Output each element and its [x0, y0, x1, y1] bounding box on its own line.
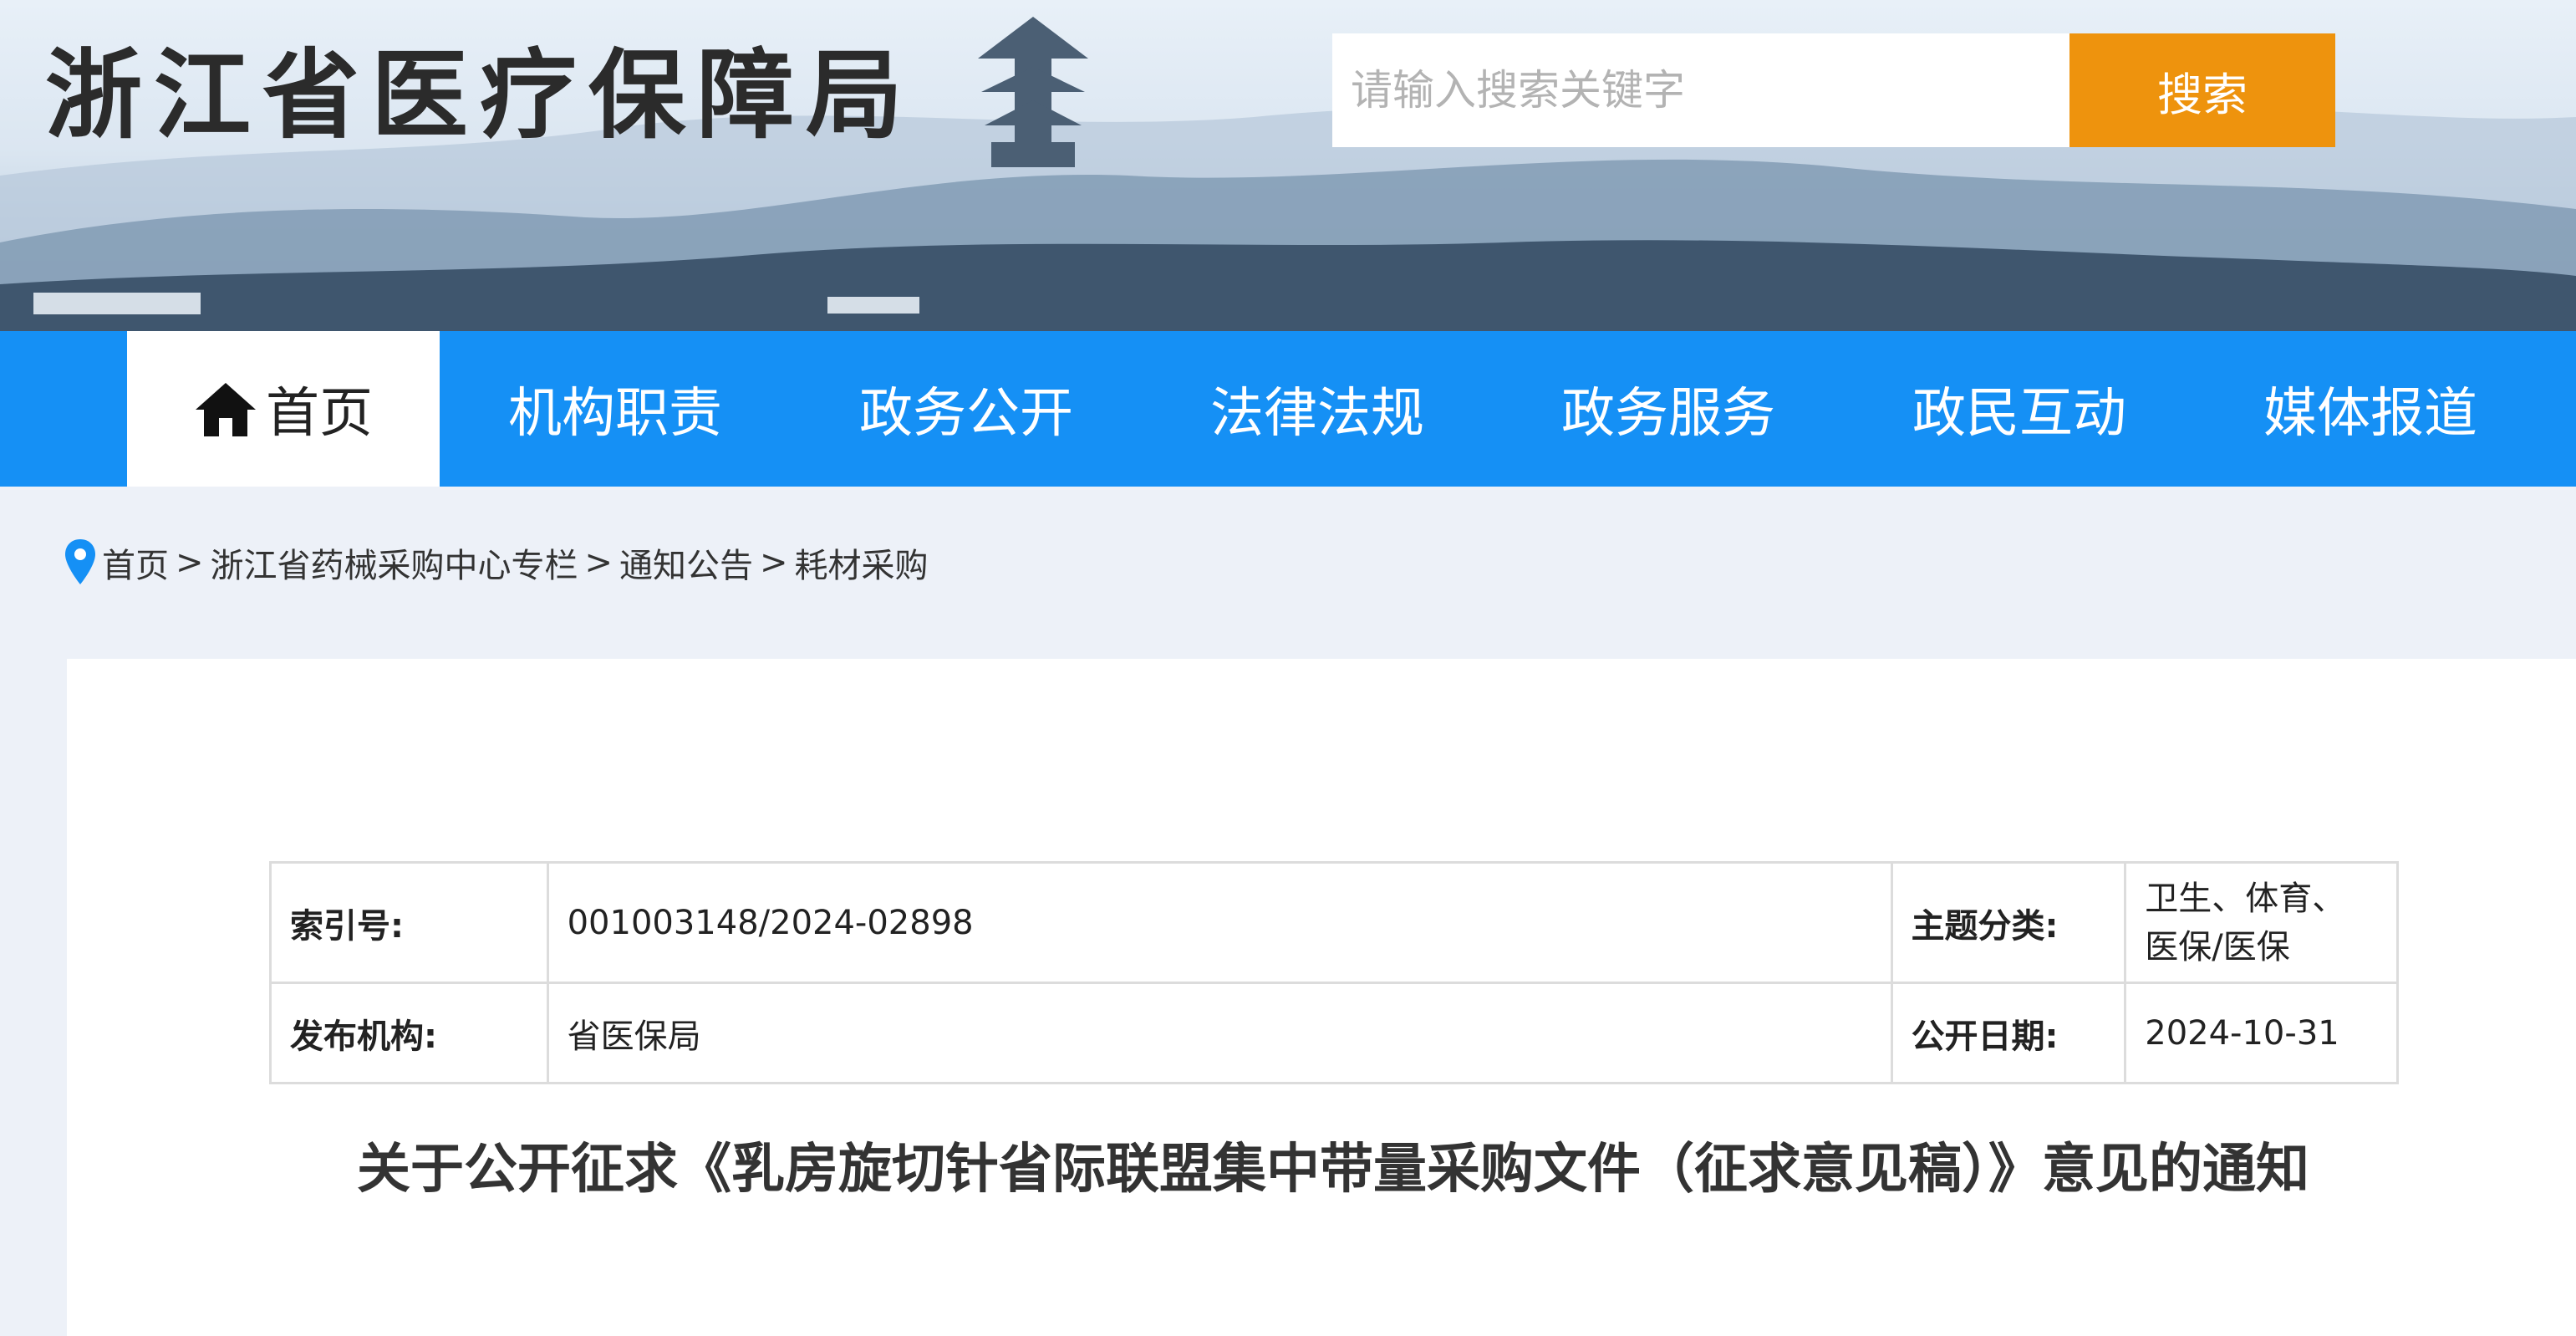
table-row: 发布机构: 省医保局 公开日期: 2024-10-31: [269, 982, 2399, 1084]
nav-item-media[interactable]: 媒体报道: [2195, 331, 2546, 487]
publisher-label: 发布机构:: [269, 982, 549, 1084]
article-title: 关于公开征求《乳房旋切针省际联盟集中带量采购文件（征求意见稿）》意见的通知: [357, 1139, 2309, 1201]
location-pin-icon: [65, 539, 95, 584]
nav-item-interaction[interactable]: 政民互动: [1844, 331, 2195, 487]
search-input[interactable]: [1332, 33, 2069, 147]
topic-label: 主题分类:: [1890, 861, 2127, 984]
main-nav: 首页 机构职责 政务公开 法律法规 政务服务 政民互动 媒体报道: [0, 331, 2576, 487]
nav-item-label: 政务公开: [859, 383, 1073, 445]
nav-item-label: 机构职责: [508, 383, 722, 445]
publisher-value: 省医保局: [546, 982, 1893, 1084]
topic-value: 卫生、体育、医保/医保: [2124, 861, 2399, 984]
nav-item-home[interactable]: 首页: [127, 331, 440, 487]
nav-item-label: 法律法规: [1210, 383, 1424, 445]
breadcrumb-separator: >: [584, 543, 613, 582]
breadcrumb-procurement-center[interactable]: 浙江省药械采购中心专栏: [211, 538, 578, 587]
search-button[interactable]: 搜索: [2069, 33, 2335, 147]
header-banner: 浙江省医疗保障局 搜索: [0, 0, 2576, 331]
breadcrumb-separator: >: [176, 543, 204, 582]
breadcrumb-notices[interactable]: 通知公告: [619, 538, 753, 587]
breadcrumb: 首页 > 浙江省药械采购中心专栏 > 通知公告 > 耗材采购: [64, 533, 929, 592]
site-title[interactable]: 浙江省医疗保障局: [45, 33, 914, 159]
home-icon: [196, 383, 256, 436]
nav-item-label: 媒体报道: [2263, 383, 2477, 445]
index-value: 001003148/2024-02898: [546, 861, 1893, 984]
nav-item-label: 政民互动: [1912, 383, 2126, 445]
breadcrumb-consumables[interactable]: 耗材采购: [795, 538, 929, 587]
index-label: 索引号:: [269, 861, 549, 984]
date-value: 2024-10-31: [2124, 982, 2399, 1084]
nav-item-services[interactable]: 政务服务: [1493, 331, 1844, 487]
nav-item-government-affairs[interactable]: 政务公开: [791, 331, 1142, 487]
breadcrumb-home[interactable]: 首页: [102, 538, 169, 587]
table-row: 索引号: 001003148/2024-02898 主题分类: 卫生、体育、医保…: [269, 861, 2399, 984]
nav-item-institution-duties[interactable]: 机构职责: [440, 331, 791, 487]
date-label: 公开日期:: [1890, 982, 2127, 1084]
breadcrumb-separator: >: [760, 543, 788, 582]
article-panel: 索引号: 001003148/2024-02898 主题分类: 卫生、体育、医保…: [67, 659, 2576, 1336]
nav-item-label: 首页: [266, 383, 373, 445]
nav-item-laws[interactable]: 法律法规: [1142, 331, 1493, 487]
nav-item-label: 政务服务: [1561, 383, 1775, 445]
document-meta-table: 索引号: 001003148/2024-02898 主题分类: 卫生、体育、医保…: [269, 861, 2399, 1084]
